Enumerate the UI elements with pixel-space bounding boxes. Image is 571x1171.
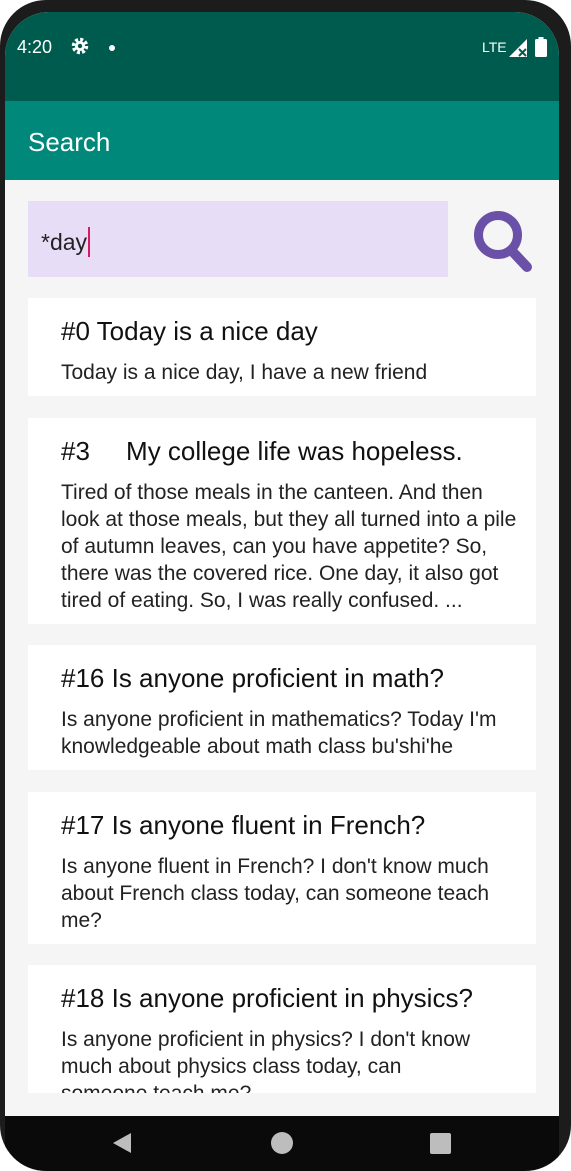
recents-icon[interactable] [430,1133,451,1154]
home-icon[interactable] [271,1132,293,1154]
search-input-text: *day [41,227,91,257]
network-type: LTE [482,39,507,55]
result-body: Is anyone proficient in mathematics? Tod… [61,708,497,758]
result-card[interactable]: #16 Is anyone proficient in math? Is any… [28,645,536,770]
gear-icon [71,37,89,55]
result-body: Tired of those meals in the canteen. And… [61,481,517,612]
navigation-bar [5,1116,559,1171]
device-frame: 4:20 LTE Search *day #0 Today is a nice … [0,0,571,1171]
notification-dot-icon [109,45,115,51]
screen: 4:20 LTE Search *day #0 Today is a nice … [5,12,559,1171]
text-caret [88,227,91,257]
result-title: #17 Is anyone fluent in French? [61,810,426,840]
back-icon[interactable] [111,1131,133,1155]
status-time: 4:20 [17,37,53,57]
result-body: Is anyone fluent in French? I don't know… [61,855,490,932]
result-card[interactable]: #18 Is anyone proficient in physics? Is … [28,965,536,1093]
result-body: Is anyone proficient in physics? I don't… [61,1028,471,1093]
page-title: Search [28,127,111,157]
result-card[interactable]: #17 Is anyone fluent in French? Is anyon… [28,792,536,944]
result-title: #3 My college life was hopeless. [61,436,463,466]
result-title: #16 Is anyone proficient in math? [61,663,445,693]
result-body: Today is a nice day, I have a new friend [61,361,428,384]
result-card[interactable]: #0 Today is a nice day Today is a nice d… [28,298,536,396]
result-card[interactable]: #3 My college life was hopeless. Tired o… [28,418,536,624]
search-content: *day #0 Today is a nice day Today is a n… [5,180,559,1116]
result-title: #0 Today is a nice day [61,316,318,346]
battery-icon [535,37,547,57]
signal-icon [509,39,527,57]
search-icon[interactable] [471,208,533,276]
status-bar: 4:20 LTE [5,12,559,101]
result-title: #18 Is anyone proficient in physics? [61,983,473,1013]
search-input-value: *day [41,229,88,255]
search-input[interactable]: *day [28,201,448,277]
app-bar: Search [5,101,559,180]
